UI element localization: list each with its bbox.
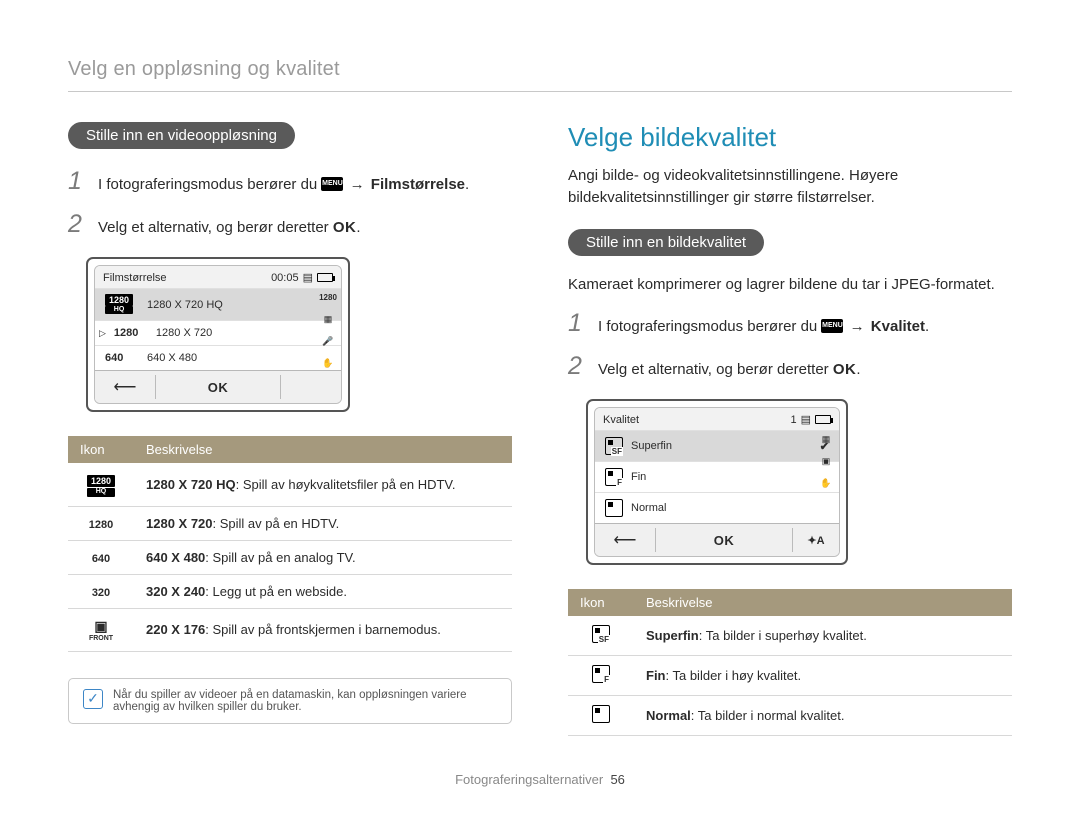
left-column: Stille inn en videooppløsning 1 I fotogr… (68, 122, 512, 736)
step-number: 1 (68, 167, 86, 196)
footer-section: Fotograferingsalternativer (455, 772, 603, 787)
footer-page: 56 (610, 772, 624, 787)
step-number: 2 (68, 210, 86, 239)
quality-f-icon: F (605, 468, 623, 486)
quality-sf-icon: SF (592, 625, 610, 643)
th-icon: Ikon (68, 436, 134, 463)
lcd-title: Filmstørrelse (103, 272, 167, 284)
note-box: ✓ Når du spiller av videoer på en datama… (68, 678, 512, 724)
side-30fps-icon: ▦ (320, 311, 336, 327)
back-button[interactable]: ⟵ (595, 524, 655, 556)
step1-target: Filmstørrelse (371, 176, 465, 193)
th-desc: Beskrivelse (634, 589, 1012, 616)
step1-text: I fotograferingsmodus berører du (98, 176, 321, 193)
lcd-row-superfin[interactable]: SF Superfin ✔ (595, 430, 839, 461)
note-text: Når du spiller av videoer på en datamask… (113, 689, 497, 713)
lcd-row-label: Normal (631, 502, 666, 514)
step-2: 2 Velg et alternativ, og berør deretter … (68, 210, 512, 239)
step2-text: Velg et alternativ, og berør deretter (598, 361, 833, 378)
flash-auto-icon: ✦A (793, 534, 839, 547)
lcd-row-1280[interactable]: ▷ 1280 1280 X 720 (95, 320, 341, 345)
side-af-icon: ▣ (818, 453, 834, 469)
ok-icon: OK (833, 359, 857, 380)
step2-text: Velg et alternativ, og berør deretter (98, 219, 333, 236)
lcd-row-label: 640 X 480 (147, 352, 197, 364)
ok-icon: OK (333, 217, 357, 238)
side-mic-icon: 🎤 (320, 333, 336, 349)
battery-icon (815, 415, 831, 424)
table-row: 640 640 X 480: Spill av på en analog TV. (68, 540, 512, 574)
side-res-icon: 1280 (320, 289, 336, 305)
lcd-timer: 00:05 (271, 272, 299, 284)
lcd-count: 1 (790, 414, 796, 426)
step-number: 1 (568, 309, 586, 338)
lcd-row-label: 1280 X 720 HQ (147, 299, 223, 311)
storage-icon: ▤ (303, 271, 313, 284)
lcd-row-label: Fin (631, 471, 646, 483)
side-quality-icon: ▦ (818, 431, 834, 447)
right-column: Velge bildekvalitet Angi bilde- og video… (568, 122, 1012, 736)
info-icon: ✓ (83, 689, 103, 709)
table-row: 320 320 X 240: Legg ut på en webside. (68, 574, 512, 608)
lcd-row-640[interactable]: 640 640 X 480 (95, 345, 341, 370)
arrow-icon: → (348, 176, 367, 193)
res-1280-icon: 1280 (89, 519, 113, 531)
ok-button[interactable]: OK (656, 527, 792, 554)
section-pill-quality: Stille inn en bildekvalitet (568, 229, 764, 256)
lcd-row-normal[interactable]: Normal (595, 492, 839, 523)
table-row: ▣FRONT 220 X 176: Spill av på frontskjer… (68, 608, 512, 651)
lcd-row-fin[interactable]: F Fin (595, 461, 839, 492)
quality-f-icon: F (592, 665, 610, 683)
step-2: 2 Velg et alternativ, og berør deretter … (568, 352, 1012, 381)
step-number: 2 (568, 352, 586, 381)
th-desc: Beskrivelse (134, 436, 512, 463)
lcd-row-1280hq[interactable]: 1280HQ 1280 X 720 HQ (95, 288, 341, 320)
table-row: F Fin: Ta bilder i høy kvalitet. (568, 656, 1012, 696)
pointer-icon: ▷ (99, 328, 106, 339)
lcd-film-size: Filmstørrelse 00:05 ▤ 1280HQ 1280 X 720 … (86, 257, 350, 412)
arrow-icon: → (848, 318, 867, 335)
quality-intro: Kameraet komprimerer og lagrer bildene d… (568, 274, 1012, 296)
quality-n-icon (592, 705, 610, 723)
table-row: SF Superfin: Ta bilder i superhøy kvalit… (568, 616, 1012, 656)
step1-text: I fotograferingsmodus berører du (598, 318, 821, 335)
spacer (281, 381, 341, 393)
table-row: Normal: Ta bilder i normal kvalitet. (568, 696, 1012, 736)
res-1280hq-icon: 1280HQ (87, 472, 115, 496)
battery-icon (317, 273, 333, 282)
quality-sf-icon: SF (605, 437, 623, 455)
lcd-title: Kvalitet (603, 414, 639, 426)
quality-n-icon (605, 499, 623, 517)
step1-target: Kvalitet (871, 318, 925, 335)
lcd-row-label: 1280 X 720 (156, 327, 212, 339)
table-row: 1280HQ 1280 X 720 HQ: Spill av høykvalit… (68, 463, 512, 506)
th-icon: Ikon (568, 589, 634, 616)
res-front-icon: ▣FRONT (89, 618, 113, 642)
res-320-icon: 320 (92, 587, 110, 599)
ok-button[interactable]: OK (156, 374, 280, 401)
section-intro: Angi bilde- og videokvalitetsinnstilling… (568, 165, 1012, 209)
page-footer: Fotograferingsalternativer 56 (0, 772, 1080, 787)
section-heading: Velge bildekvalitet (568, 122, 1012, 153)
quality-table: Ikon Beskrivelse SF Superfin: Ta bilder … (568, 589, 1012, 736)
side-ois-icon: ✋ (818, 475, 834, 491)
res-640-icon: 640 (92, 553, 110, 565)
section-pill-video: Stille inn en videooppløsning (68, 122, 295, 149)
lcd-row-label: Superfin (631, 440, 672, 452)
lcd-quality: Kvalitet 1 ▤ SF Superfin ✔ (586, 399, 848, 565)
side-ois-icon: ✋ (320, 355, 336, 371)
breadcrumb: Velg en oppløsning og kvalitet (68, 58, 1012, 92)
menu-icon: MENU (321, 177, 343, 191)
step-1: 1 I fotograferingsmodus berører du MENU … (68, 167, 512, 196)
storage-icon: ▤ (801, 413, 811, 426)
step-1: 1 I fotograferingsmodus berører du MENU … (568, 309, 1012, 338)
table-row: 1280 1280 X 720: Spill av på en HDTV. (68, 506, 512, 540)
back-button[interactable]: ⟵ (95, 371, 155, 403)
video-resolution-table: Ikon Beskrivelse 1280HQ 1280 X 720 HQ: S… (68, 436, 512, 651)
menu-icon: MENU (821, 319, 843, 333)
